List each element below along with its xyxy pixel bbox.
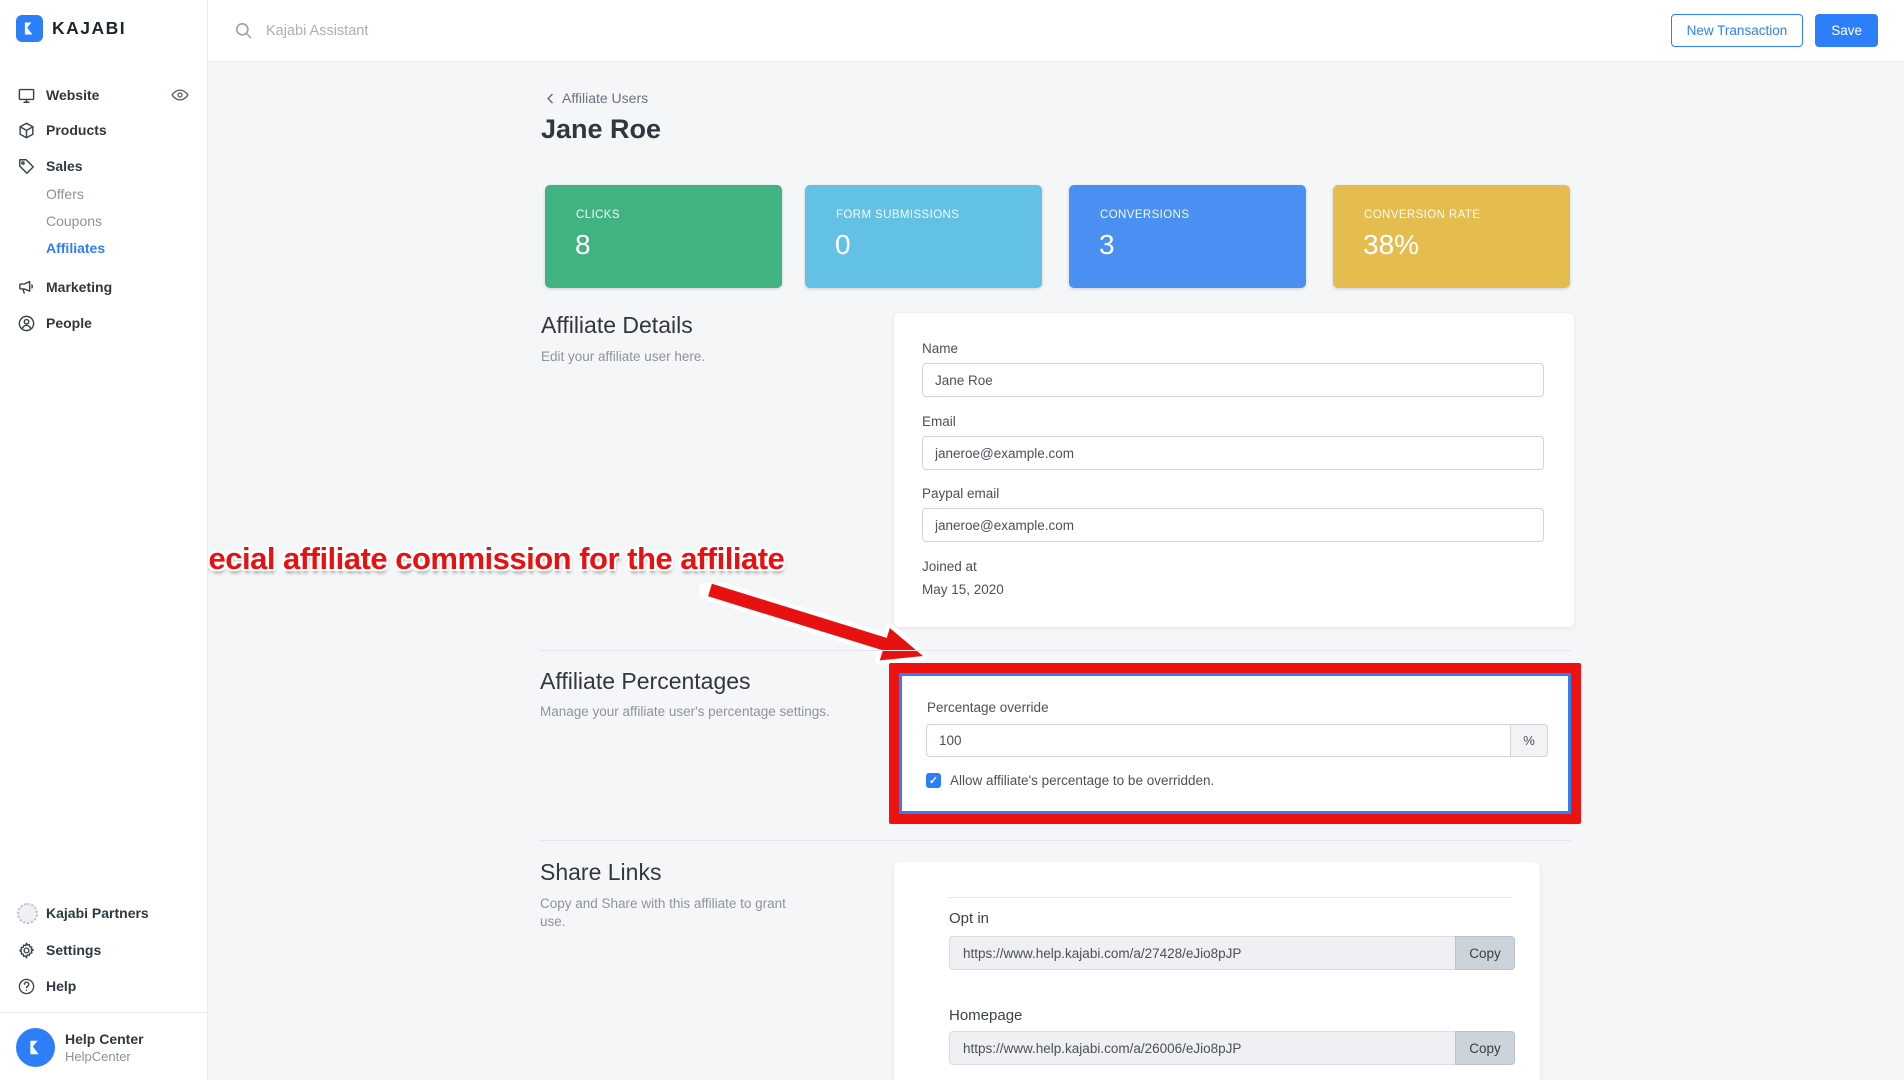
percentage-override-input[interactable] [926, 724, 1510, 757]
sidebar-item-label: Help [46, 978, 76, 994]
name-field[interactable] [922, 363, 1544, 397]
tag-icon [17, 156, 37, 176]
sidebar-item-label: Sales [46, 158, 83, 174]
section-divider [540, 840, 1571, 841]
share-links-subheading: Copy and Share with this affiliate to gr… [540, 895, 790, 931]
help-center-avatar [16, 1028, 55, 1067]
help-center-title: Help Center [65, 1031, 144, 1047]
percentage-override-label: Percentage override [927, 700, 1049, 715]
affiliate-details-heading: Affiliate Details [541, 312, 693, 339]
question-circle-icon [17, 976, 37, 996]
stat-value: 0 [835, 229, 851, 261]
homepage-label: Homepage [949, 1007, 1022, 1024]
sidebar-item-people[interactable]: People [0, 310, 208, 336]
partners-circle-icon [17, 903, 37, 923]
sidebar-item-label: Website [46, 87, 99, 103]
share-links-card: Opt in Copy Homepage Copy [894, 862, 1540, 1080]
breadcrumb-label: Affiliate Users [562, 90, 648, 106]
sidebar-item-label: People [46, 315, 92, 331]
person-circle-icon [17, 313, 37, 333]
kajabi-logo-icon [16, 15, 43, 42]
preview-eye-icon[interactable] [170, 85, 190, 105]
stat-card-clicks: CLICKS 8 [545, 185, 782, 288]
stat-value: 8 [575, 229, 591, 261]
megaphone-icon [17, 277, 37, 297]
breadcrumb[interactable]: Affiliate Users [543, 90, 648, 106]
box-icon [17, 120, 37, 140]
new-transaction-button[interactable]: New Transaction [1671, 14, 1804, 47]
annotation-text: Give special affiliate commission for th… [208, 541, 784, 577]
share-links-heading: Share Links [540, 859, 661, 886]
percent-suffix: % [1510, 724, 1548, 757]
stat-value: 38% [1363, 229, 1419, 261]
main-content: Affiliate Users Jane Roe CLICKS 8 FORM S… [208, 62, 1904, 1080]
email-field[interactable] [922, 436, 1544, 470]
monitor-icon [17, 85, 37, 105]
sidebar-item-products[interactable]: Products [0, 117, 208, 143]
sidebar-item-help[interactable]: Help [0, 973, 208, 999]
affiliate-percentages-heading: Affiliate Percentages [540, 668, 751, 695]
stat-value: 3 [1099, 229, 1115, 261]
chevron-left-icon [543, 91, 558, 106]
sidebar-item-label: Kajabi Partners [46, 905, 149, 921]
affiliate-percentages-card: Percentage override % Allow affiliate's … [899, 673, 1571, 814]
sidebar-item-affiliates[interactable]: Affiliates [46, 240, 105, 256]
stat-card-form-submissions: FORM SUBMISSIONS 0 [805, 185, 1042, 288]
kajabi-logo-text: KAJABI [52, 18, 126, 39]
opt-in-label: Opt in [949, 910, 989, 927]
sidebar-item-offers[interactable]: Offers [46, 186, 84, 202]
assistant-search [234, 21, 1671, 40]
sidebar-item-website[interactable]: Website [0, 82, 208, 108]
email-label: Email [922, 414, 956, 429]
joined-at-label: Joined at [922, 559, 977, 574]
name-label: Name [922, 341, 958, 356]
gear-icon [17, 940, 37, 960]
sidebar-divider [0, 1012, 208, 1013]
top-header: New Transaction Save [208, 0, 1904, 62]
sidebar-item-label: Marketing [46, 279, 112, 295]
annotation-arrow [695, 583, 935, 668]
sidebar-item-kajabi-partners[interactable]: Kajabi Partners [0, 900, 208, 926]
page-title: Jane Roe [541, 114, 661, 145]
sidebar-item-label: Settings [46, 942, 101, 958]
help-center-subtitle: HelpCenter [65, 1049, 144, 1064]
opt-in-url-group: Copy [949, 936, 1515, 970]
sidebar-item-settings[interactable]: Settings [0, 937, 208, 963]
sidebar: KAJABI Website Products Sales Offers Cou… [0, 0, 208, 1080]
copy-opt-in-button[interactable]: Copy [1455, 936, 1515, 970]
stat-label: CLICKS [576, 209, 620, 221]
homepage-url-group: Copy [949, 1031, 1515, 1065]
paypal-email-field[interactable] [922, 508, 1544, 542]
override-checkbox-row: Allow affiliate's percentage to be overr… [926, 773, 1214, 788]
homepage-url-input[interactable] [949, 1031, 1455, 1065]
stat-label: CONVERSIONS [1100, 209, 1189, 221]
stat-card-conversions: CONVERSIONS 3 [1069, 185, 1306, 288]
app-root: KAJABI Website Products Sales Offers Cou… [0, 0, 1904, 1080]
card-divider [949, 897, 1512, 898]
help-center-link[interactable]: Help Center HelpCenter [16, 1028, 144, 1067]
stat-label: CONVERSION RATE [1364, 209, 1480, 221]
copy-homepage-button[interactable]: Copy [1455, 1031, 1515, 1065]
override-checkbox[interactable] [926, 773, 941, 788]
affiliate-details-card: Name Email Paypal email Joined at May 15… [894, 313, 1574, 627]
save-button[interactable]: Save [1815, 14, 1878, 47]
opt-in-url-input[interactable] [949, 936, 1455, 970]
sidebar-item-sales[interactable]: Sales [0, 153, 208, 179]
search-icon [234, 21, 253, 40]
affiliate-percentages-subheading: Manage your affiliate user's percentage … [540, 703, 840, 721]
affiliate-details-subheading: Edit your affiliate user here. [541, 348, 705, 366]
stat-label: FORM SUBMISSIONS [836, 209, 959, 221]
sidebar-item-label: Products [46, 122, 107, 138]
override-checkbox-label: Allow affiliate's percentage to be overr… [950, 773, 1214, 788]
search-input[interactable] [266, 23, 686, 39]
percentage-override-group: % [926, 724, 1548, 757]
paypal-email-label: Paypal email [922, 486, 999, 501]
kajabi-logo[interactable]: KAJABI [16, 15, 126, 42]
stat-card-conversion-rate: CONVERSION RATE 38% [1333, 185, 1570, 288]
sidebar-item-marketing[interactable]: Marketing [0, 274, 208, 300]
sidebar-item-coupons[interactable]: Coupons [46, 213, 102, 229]
highlight-red-box: Percentage override % Allow affiliate's … [889, 663, 1581, 824]
section-divider [540, 650, 1571, 651]
